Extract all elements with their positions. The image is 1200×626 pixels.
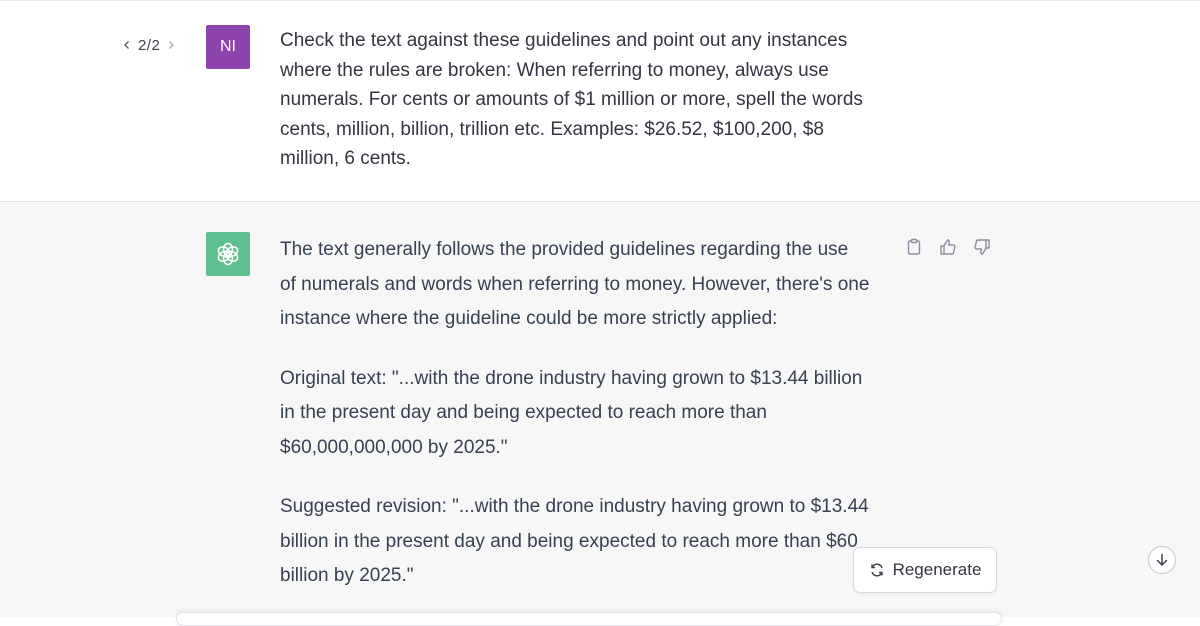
previous-response-button[interactable] [120,35,134,55]
thumbs-up-icon [940,239,956,255]
assistant-paragraph: The text generally follows the provided … [280,239,870,329]
openai-logo-icon [217,242,239,266]
message-actions [902,236,994,258]
thumbs-down-icon [974,239,990,255]
thumbs-up-button[interactable] [936,236,960,258]
message-line: where the rules are broken: When referri… [280,59,829,81]
scroll-to-bottom-button[interactable] [1148,546,1176,574]
response-pager: 2/2 [120,35,178,55]
user-message-row: 2/2 NI Check the text against these guid… [0,1,1200,202]
assistant-avatar [206,232,250,276]
regenerate-label: Regenerate [892,560,982,579]
message-line: Check the text against these guidelines … [280,30,848,51]
assistant-paragraph: Original text: "...with the drone indust… [280,367,863,458]
chevron-right-icon [169,41,175,49]
assistant-paragraph: Suggested revision: "...with the drone i… [280,496,869,586]
arrow-down-icon [1156,553,1168,566]
refresh-icon [870,563,883,577]
message-line: numerals. For cents or amounts of $1 mil… [280,89,863,110]
message-line: million, 6 cents. [280,148,411,169]
message-input-box[interactable] [176,612,1002,626]
regenerate-button[interactable]: Regenerate [853,547,997,593]
clipboard-icon [907,238,921,255]
next-response-button[interactable] [164,35,178,55]
assistant-message-text: The text generally follows the provided … [280,233,890,619]
user-message-text: Check the text against these guidelines … [280,26,885,174]
chevron-left-icon [124,41,129,49]
user-avatar: NI [206,25,250,69]
copy-button[interactable] [902,236,926,258]
pager-count: 2/2 [138,36,161,54]
message-line: cents, million, billion, trillion etc. E… [280,118,824,140]
thumbs-down-button[interactable] [970,236,994,258]
